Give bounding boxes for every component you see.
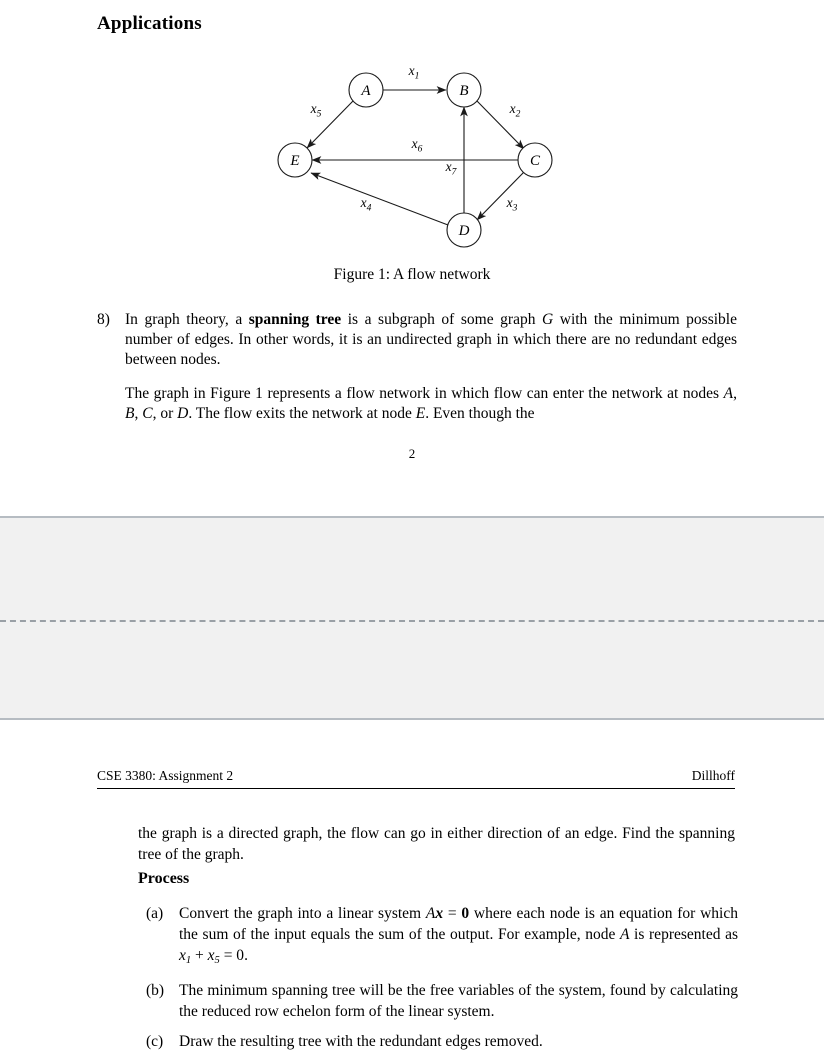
- list-body-c: Draw the resulting tree with the redunda…: [179, 1032, 543, 1050]
- problem-marker: 8): [97, 311, 110, 328]
- a-text-4: .: [244, 947, 248, 964]
- a-math-vector-zero: 0: [461, 905, 470, 922]
- p1-bold-term: spanning tree: [248, 311, 342, 328]
- edge-label-x2: x2: [509, 101, 521, 120]
- process-list-item-b: (b) The minimum spanning tree will be th…: [146, 980, 738, 1022]
- process-list-item-c: (c) Draw the resulting tree with the red…: [146, 1031, 738, 1052]
- p2-math-c: C: [142, 405, 153, 422]
- graph-node-a-label: A: [360, 83, 371, 99]
- a-math-vector-x: x: [435, 905, 444, 922]
- page-break-dashed-line: [0, 620, 824, 622]
- graph-node-d: D: [446, 212, 482, 248]
- document-page-3: CSE 3380: Assignment 2 Dillhoff the grap…: [0, 720, 824, 1054]
- edge-label-x5: x5: [310, 101, 322, 120]
- p1-math-g: G: [542, 311, 554, 328]
- graph-node-b: B: [446, 72, 482, 108]
- a-text-3: is represented as: [629, 926, 738, 943]
- problem-8: 8) In graph theory, a spanning tree is a…: [97, 310, 737, 424]
- figure-flow-network: A B E C D x1 x2 x3 x4 x5 x6 x7: [0, 55, 824, 295]
- document-page-2: Applications A B E C D x1 x2 x3 x4 x5 x6…: [0, 0, 824, 516]
- a-math-equals: =: [443, 905, 462, 922]
- a-text-1: Convert the graph into a linear system: [179, 905, 426, 922]
- continuation-paragraph: the graph is a directed graph, the flow …: [138, 825, 735, 863]
- running-header: CSE 3380: Assignment 2 Dillhoff: [97, 768, 735, 789]
- graph-node-c: C: [517, 142, 553, 178]
- problem-body: In graph theory, a spanning tree is a su…: [125, 310, 737, 424]
- p2-text-1: The graph in Figure 1 represents a flow …: [125, 385, 724, 402]
- header-author-label: Dillhoff: [691, 768, 735, 783]
- page-title: Applications: [97, 13, 202, 34]
- list-marker-b: (b): [146, 981, 165, 999]
- graph-edge-labels: x1 x2 x3 x4 x5 x6 x7: [310, 63, 521, 214]
- edge-label-x7: x7: [445, 159, 458, 178]
- list-body-b: The minimum spanning tree will be the fr…: [179, 981, 738, 1020]
- edge-label-x4: x4: [360, 195, 372, 214]
- p2-math-e: E: [415, 405, 426, 422]
- graph-node-e-label: E: [289, 153, 299, 169]
- p1-text-2: is a subgraph of some graph: [341, 311, 542, 328]
- graph-node-c-label: C: [530, 153, 541, 169]
- page-number: 2: [408, 446, 416, 461]
- process-heading: Process: [138, 870, 190, 887]
- header-course-label: CSE 3380: Assignment 2: [97, 768, 234, 783]
- p1-text-1: In graph theory, a: [125, 311, 249, 328]
- problem-paragraph-2: The graph in Figure 1 represents a flow …: [125, 384, 737, 424]
- problem-paragraph-1: In graph theory, a spanning tree is a su…: [125, 310, 737, 370]
- edge-label-x6: x6: [411, 136, 423, 155]
- edge-d-e: [310, 172, 449, 226]
- edge-label-x1: x1: [408, 63, 420, 82]
- edge-label-x3: x3: [506, 195, 518, 214]
- a-math-plus: +: [191, 947, 208, 964]
- p2-sep-1: ,: [733, 385, 737, 402]
- graph-node-a: A: [348, 72, 384, 108]
- a-math-matrix-a: A: [425, 905, 436, 922]
- a-math-eq-zero: = 0: [219, 947, 245, 964]
- list-marker-a: (a): [146, 905, 164, 922]
- figure-caption: Figure 1: A flow network: [333, 266, 491, 283]
- process-list-item-a: (a) Convert the graph into a linear syst…: [146, 903, 738, 971]
- a-math-x5: x5: [207, 947, 220, 966]
- list-marker-c: (c): [146, 1032, 164, 1050]
- p2-sep-3: , or: [152, 405, 178, 422]
- list-body-a: Convert the graph into a linear system A…: [179, 903, 738, 971]
- p2-text-3: . Even though the: [425, 405, 535, 422]
- graph-node-b-label: B: [459, 83, 468, 99]
- graph-node-d-label: D: [458, 223, 470, 239]
- process-list: (a) Convert the graph into a linear syst…: [146, 903, 738, 1061]
- p2-math-d: D: [177, 405, 189, 422]
- a-math-x1: x1: [179, 947, 192, 966]
- graph-node-e: E: [277, 142, 313, 178]
- edge-b-c: [476, 100, 525, 150]
- flow-network-graph: A B E C D x1 x2 x3 x4 x5 x6 x7: [277, 63, 553, 248]
- p2-text-2: . The flow exits the network at node: [188, 405, 416, 422]
- page-separator-gap: [0, 516, 824, 720]
- p2-math-a: A: [723, 385, 734, 402]
